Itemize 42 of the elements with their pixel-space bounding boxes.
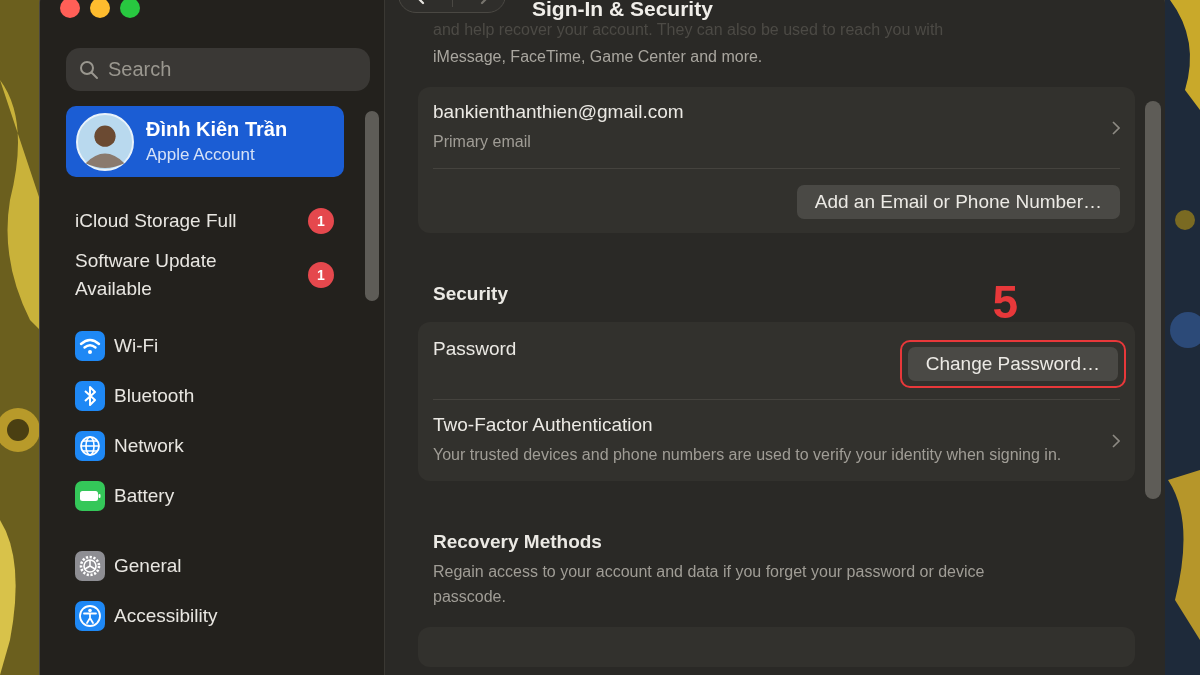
section-heading: Recovery Methods <box>432 531 602 553</box>
sidebar-item[interactable]: Wi-Fi <box>66 331 344 361</box>
close-button[interactable] <box>60 0 80 18</box>
account-name: Đình Kiên Trần <box>146 118 288 141</box>
row-label: Password <box>433 338 517 360</box>
sidebar-item[interactable]: Battery <box>66 481 344 511</box>
row-label: Two-Factor Authentication <box>433 414 654 436</box>
chevron-icon[interactable] <box>1112 433 1120 448</box>
account-item[interactable]: Đình Kiên Trần Apple Account <box>66 106 344 177</box>
step-number: 5 <box>992 279 1018 325</box>
email-address: bankienthanthien@gmail.com <box>433 101 684 123</box>
search-field[interactable]: Search <box>66 48 370 91</box>
sidebar-item[interactable]: Accessibility <box>66 601 344 631</box>
account-subtitle: Apple Account <box>146 145 256 165</box>
search-icon <box>79 60 99 80</box>
avatar-icon <box>76 112 134 171</box>
section-description: Regain access to your account and data if you forget your password or device passcode. <box>432 562 986 607</box>
battery-icon <box>75 481 105 511</box>
network-icon <box>75 431 105 461</box>
general-icon <box>75 551 105 581</box>
notice-item[interactable]: iCloud Storage Full 1 <box>66 207 344 235</box>
section-heading: Security <box>432 283 508 305</box>
count-badge: 1 <box>308 208 334 234</box>
notice-item[interactable]: Software Update Available 1 <box>66 247 344 303</box>
scrollbar[interactable] <box>1145 101 1161 499</box>
window-title: Sign-In & Security <box>532 0 713 21</box>
bluetooth-icon <box>75 381 105 411</box>
zoom-button[interactable] <box>120 0 140 18</box>
change-password-button[interactable]: Change Password… <box>907 347 1118 381</box>
accessibility-icon <box>75 601 105 631</box>
sidebar-item[interactable]: General <box>66 551 344 581</box>
wifi-icon <box>75 331 105 361</box>
row-description: Your trusted devices and phone numbers are used to verify your identity when signing in. <box>433 445 1063 465</box>
add-email-button[interactable]: Add an Email or Phone Number… <box>796 185 1120 219</box>
minimize-button[interactable] <box>90 0 110 18</box>
description-text: iMessage, FaceTime, Game Center and more. <box>433 47 764 67</box>
scrollbar[interactable] <box>365 111 379 301</box>
sidebar-item[interactable]: Network <box>66 431 344 461</box>
sidebar-item[interactable]: Bluetooth <box>66 381 344 411</box>
email-caption: Primary email <box>433 132 532 152</box>
count-badge: 1 <box>308 262 334 288</box>
chevron-icon[interactable] <box>1112 120 1120 135</box>
